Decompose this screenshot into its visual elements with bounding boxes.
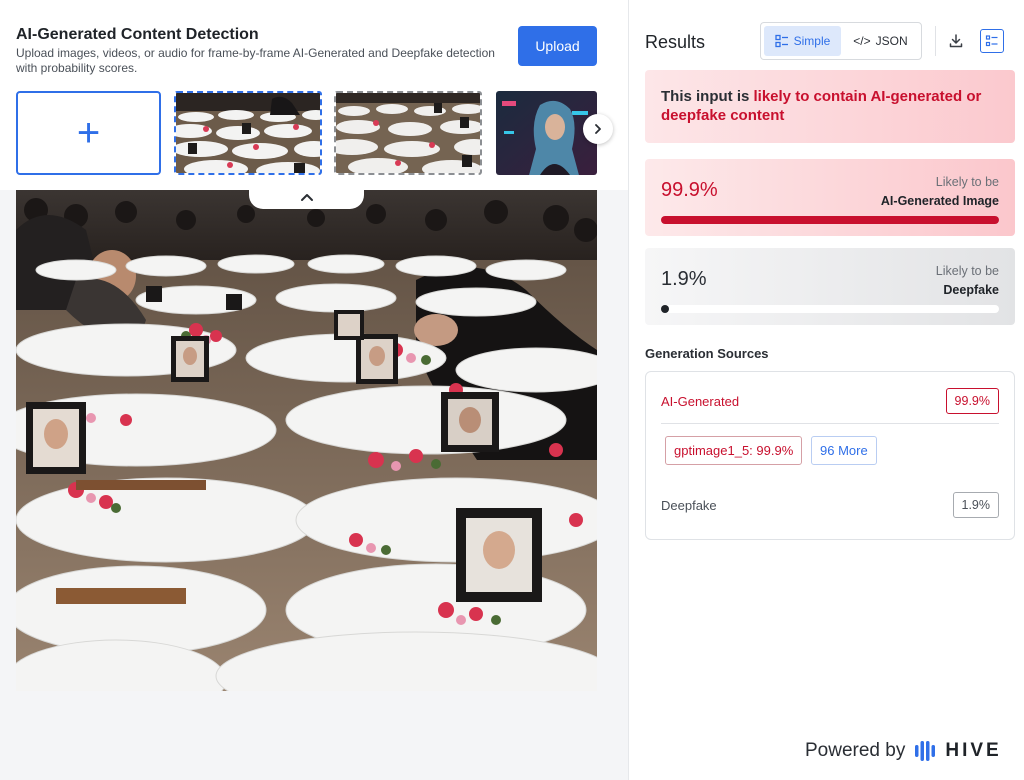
chevron-up-icon — [300, 194, 313, 201]
thumbnail-2-image — [336, 93, 480, 173]
next-thumbnails-button[interactable] — [583, 114, 613, 144]
report-button[interactable] — [980, 29, 1004, 53]
deepfake-label-line-2: Deepfake — [943, 283, 999, 297]
preview-image — [16, 190, 597, 691]
model-tag: gptimage1_5: 99.9% — [665, 436, 803, 465]
deepfake-progress-fill — [661, 305, 669, 313]
download-button[interactable] — [945, 30, 967, 52]
add-media-tile[interactable]: + — [16, 91, 161, 175]
generation-sources-card: AI-Generated 99.9% gptimage1_5: 99.9% 96… — [645, 371, 1015, 540]
chevron-right-icon — [595, 124, 601, 134]
verdict-banner: This input is likely to contain AI-gener… — [645, 70, 1015, 143]
view-json-label: JSON — [875, 34, 908, 48]
sources-divider — [661, 423, 999, 424]
thumbnail-2[interactable] — [334, 91, 482, 175]
source-deepfake-name: Deepfake — [661, 498, 717, 513]
page-subtitle: Upload images, videos, or audio for fram… — [16, 46, 495, 75]
view-simple-label: Simple — [793, 34, 831, 48]
code-icon: </> — [853, 34, 871, 48]
ai-generated-progress-fill — [661, 216, 999, 224]
generation-sources-title: Generation Sources — [645, 346, 769, 361]
thumbnail-3[interactable] — [496, 91, 597, 175]
plus-icon: + — [76, 111, 101, 155]
report-list-icon — [985, 35, 998, 47]
page-title: AI-Generated Content Detection — [16, 26, 259, 43]
verdict-prefix: This input is — [661, 88, 754, 105]
more-models-button[interactable]: 96 More — [811, 436, 877, 465]
deepfake-score: 1.9% — [661, 268, 707, 290]
ai-generated-progress-track — [661, 216, 999, 224]
powered-by-footer: Powered by HIVE — [805, 740, 1002, 762]
thumbnail-3-image — [496, 91, 597, 175]
collapse-thumbnails-button[interactable] — [249, 185, 364, 209]
thumbnail-strip: + — [16, 91, 597, 175]
view-simple-button[interactable]: Simple — [764, 26, 841, 56]
source-ai-generated-name: AI-Generated — [661, 394, 740, 409]
ai-generated-label-line-1: Likely to be — [935, 175, 999, 189]
ai-generated-label-line-2: AI-Generated Image — [880, 194, 999, 208]
view-json-button[interactable]: </> JSON — [843, 26, 918, 56]
upload-button[interactable]: Upload — [518, 26, 597, 66]
hive-logo-icon — [915, 741, 936, 761]
source-ai-generated-value: 99.9% — [945, 388, 999, 414]
upload-panel: AI-Generated Content Detection Upload im… — [0, 0, 628, 780]
deepfake-label: Likely to be Deepfake — [936, 262, 999, 300]
powered-by-label: Powered by — [805, 740, 906, 761]
source-deepfake-value: 1.9% — [952, 492, 999, 518]
results-title: Results — [645, 32, 706, 52]
deepfake-label-line-1: Likely to be — [935, 264, 999, 278]
deepfake-score-card: 1.9% Likely to be Deepfake — [645, 248, 1015, 325]
download-icon — [949, 34, 963, 48]
thumbnail-1-image — [176, 93, 320, 173]
thumbnail-1[interactable] — [174, 91, 322, 175]
preview-image-graphic — [16, 190, 597, 691]
toolbar-divider — [935, 26, 936, 56]
ai-generated-score: 99.9% — [661, 179, 718, 201]
deepfake-progress-track — [661, 305, 999, 313]
results-panel: Results Simple </> JSON This input is li… — [628, 0, 1024, 780]
list-view-icon — [774, 34, 788, 48]
upload-header: AI-Generated Content Detection Upload im… — [0, 0, 628, 190]
ai-generated-label: Likely to be AI-Generated Image — [881, 173, 999, 211]
view-toggle: Simple </> JSON — [760, 22, 922, 60]
ai-generated-score-card: 99.9% Likely to be AI-Generated Image — [645, 159, 1015, 236]
brand-name: HIVE — [945, 740, 1002, 761]
